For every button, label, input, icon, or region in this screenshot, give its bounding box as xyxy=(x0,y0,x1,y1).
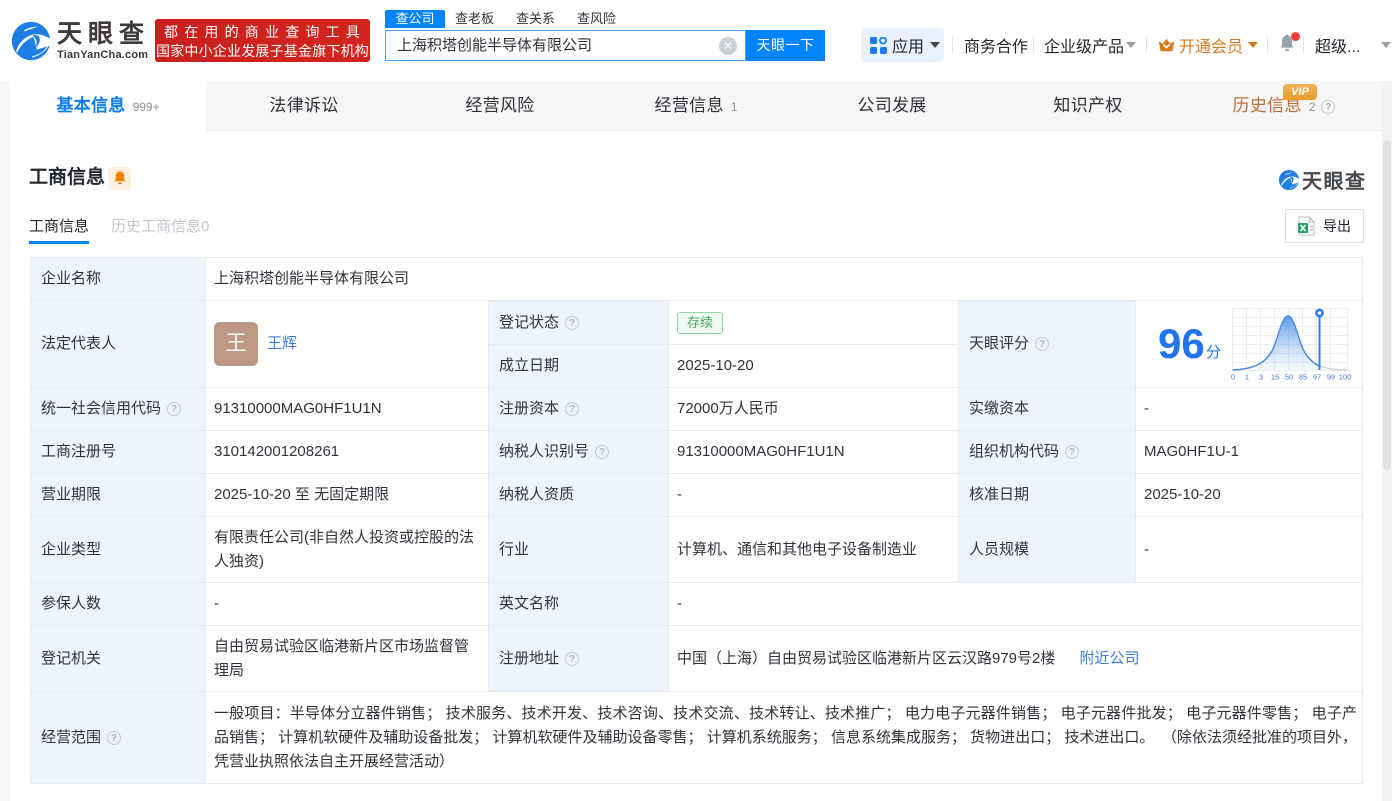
svg-text:50: 50 xyxy=(1285,373,1293,382)
svg-text:97: 97 xyxy=(1313,373,1321,382)
svg-text:0: 0 xyxy=(1231,373,1235,382)
svg-text:100: 100 xyxy=(1339,373,1352,382)
svg-text:85: 85 xyxy=(1299,373,1307,382)
svg-text:99: 99 xyxy=(1327,373,1335,382)
svg-text:15: 15 xyxy=(1271,373,1279,382)
svg-text:3: 3 xyxy=(1259,373,1263,382)
svg-text:1: 1 xyxy=(1245,373,1249,382)
